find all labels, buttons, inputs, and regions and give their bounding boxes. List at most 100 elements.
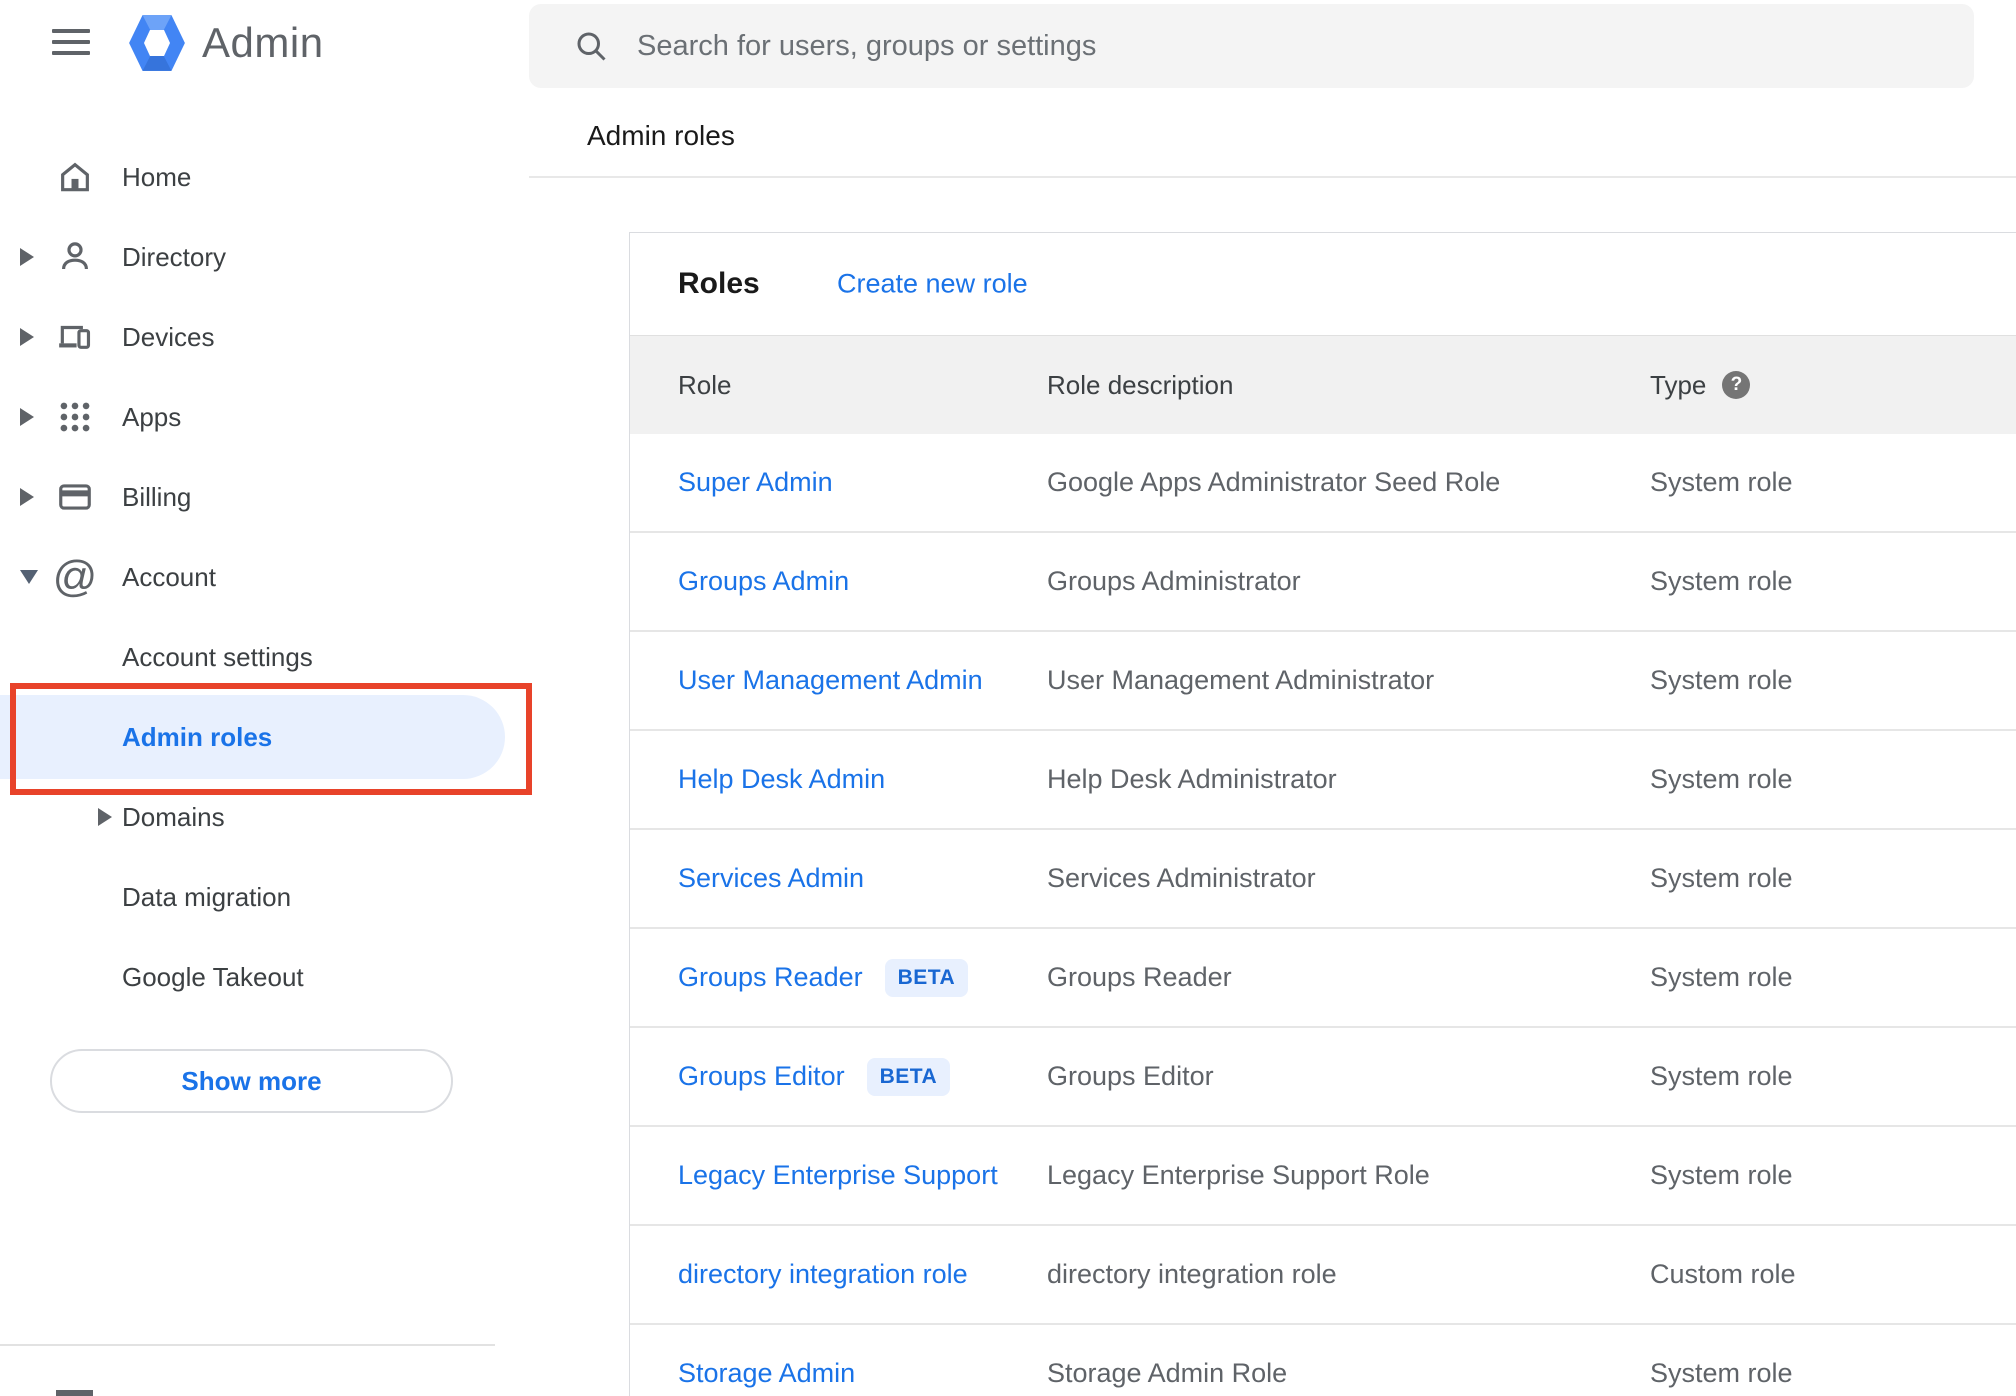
column-header-type: Type ?: [1650, 336, 1990, 434]
table-header-row: Role Role description Type ?: [630, 335, 2016, 434]
table-row: directory integration role directory int…: [630, 1226, 2016, 1325]
table-row: Groups Reader BETA Groups Reader System …: [630, 929, 2016, 1028]
role-description: Legacy Enterprise Support Role: [1047, 1160, 1430, 1190]
sidebar-item-account[interactable]: @ Account: [0, 537, 514, 617]
sidebar-item-label: Account settings: [122, 641, 313, 672]
role-link[interactable]: directory integration role: [678, 1259, 968, 1290]
roles-title: Roles: [678, 267, 760, 300]
sidebar-item-devices[interactable]: Devices: [0, 297, 514, 377]
sidebar-item-data-migration[interactable]: Data migration: [0, 857, 514, 937]
role-link[interactable]: Storage Admin: [678, 1358, 855, 1389]
sidebar-item-label: Domains: [122, 801, 225, 832]
table-row: Services Admin Services Administrator Sy…: [630, 830, 2016, 929]
billing-icon: [55, 475, 95, 519]
table-row: Storage Admin Storage Admin Role System …: [630, 1325, 2016, 1396]
role-link[interactable]: Help Desk Admin: [678, 764, 885, 795]
role-type: System role: [1650, 1160, 1793, 1190]
table-row: Groups Admin Groups Administrator System…: [630, 533, 2016, 632]
role-description: Groups Administrator: [1047, 566, 1301, 596]
role-type: System role: [1650, 863, 1793, 893]
chevron-right-icon[interactable]: [20, 328, 34, 346]
show-more-button[interactable]: Show more: [50, 1049, 453, 1113]
column-header-type-label: Type: [1650, 369, 1707, 400]
sidebar-item-label: Apps: [122, 401, 182, 432]
role-description: Storage Admin Role: [1047, 1358, 1288, 1388]
role-type: System role: [1650, 1061, 1793, 1091]
sidebar-item-account-settings[interactable]: Account settings: [0, 617, 514, 697]
sidebar-item-domains[interactable]: Domains: [0, 777, 514, 857]
search-input[interactable]: [635, 28, 1974, 64]
roles-card: Roles Create new role Role Role descript…: [629, 232, 2016, 1396]
beta-badge: BETA: [884, 958, 969, 997]
role-link[interactable]: Super Admin: [678, 467, 833, 498]
app-title: Admin: [202, 19, 324, 66]
role-description: directory integration role: [1047, 1259, 1337, 1289]
at-icon: @: [52, 552, 98, 601]
sidebar-nav: Home Directory Devices Apps Billing @ Ac…: [0, 137, 514, 1017]
chevron-down-icon[interactable]: [20, 570, 38, 584]
chevron-right-icon[interactable]: [20, 408, 34, 426]
page-title: Admin roles: [587, 120, 735, 151]
table-row: Legacy Enterprise Support Legacy Enterpr…: [630, 1127, 2016, 1226]
hexagon-logo-icon: [129, 15, 185, 71]
role-type: System role: [1650, 566, 1793, 596]
sidebar-item-label: Directory: [122, 241, 227, 272]
sidebar-divider: [0, 1344, 495, 1346]
role-type: System role: [1650, 962, 1793, 992]
header-divider: [529, 176, 2016, 178]
table-row: Super Admin Google Apps Administrator Se…: [630, 434, 2016, 533]
role-description: Google Apps Administrator Seed Role: [1047, 467, 1501, 497]
role-type: System role: [1650, 467, 1793, 497]
sidebar-item-label: Admin roles: [122, 721, 273, 752]
column-header-description: Role description: [1047, 369, 1234, 400]
chevron-right-icon[interactable]: [98, 808, 112, 826]
sidebar-item-label: Data migration: [122, 881, 292, 912]
role-description: Groups Editor: [1047, 1061, 1214, 1091]
sidebar-item-label: Billing: [122, 481, 192, 512]
partial-nav-icon: [56, 1390, 93, 1396]
role-type: System role: [1650, 1358, 1793, 1388]
table-row: User Management Admin User Management Ad…: [630, 632, 2016, 731]
role-link[interactable]: Legacy Enterprise Support: [678, 1160, 998, 1191]
sidebar-item-google-takeout[interactable]: Google Takeout: [0, 937, 514, 1017]
hamburger-bar: [52, 29, 90, 33]
role-type: Custom role: [1650, 1259, 1796, 1289]
person-icon: [55, 235, 95, 279]
hamburger-bar: [52, 40, 90, 44]
sidebar-item-billing[interactable]: Billing: [0, 457, 514, 537]
hamburger-bar: [52, 51, 90, 55]
chevron-right-icon[interactable]: [20, 248, 34, 266]
sidebar-item-home[interactable]: Home: [0, 137, 514, 217]
sidebar-item-apps[interactable]: Apps: [0, 377, 514, 457]
apps-icon: [55, 395, 95, 439]
hamburger-menu-icon[interactable]: [52, 27, 90, 57]
role-link[interactable]: User Management Admin: [678, 665, 983, 696]
sidebar-item-label: Google Takeout: [122, 961, 304, 992]
column-header-role: Role: [678, 369, 732, 400]
role-type: System role: [1650, 764, 1793, 794]
role-description: Services Administrator: [1047, 863, 1316, 893]
sidebar-item-label: Devices: [122, 321, 215, 352]
search-bar[interactable]: [529, 4, 1974, 88]
create-new-role-link[interactable]: Create new role: [837, 269, 1028, 300]
role-link[interactable]: Groups Editor: [678, 1061, 845, 1092]
role-link[interactable]: Services Admin: [678, 863, 864, 894]
role-link[interactable]: Groups Reader: [678, 962, 863, 993]
roles-card-header: Roles Create new role: [630, 233, 2016, 335]
admin-console: Admin Admin roles Home Directory Devices…: [0, 0, 2016, 1396]
table-row: Help Desk Admin Help Desk Administrator …: [630, 731, 2016, 830]
help-icon[interactable]: ?: [1722, 371, 1751, 399]
chevron-right-icon[interactable]: [20, 488, 34, 506]
sidebar-item-label: Account: [122, 561, 216, 592]
sidebar-item-admin-roles[interactable]: Admin roles: [0, 695, 514, 779]
table-row: Groups Editor BETA Groups Editor System …: [630, 1028, 2016, 1127]
role-type: System role: [1650, 665, 1793, 695]
role-description: Help Desk Administrator: [1047, 764, 1337, 794]
role-link[interactable]: Groups Admin: [678, 566, 849, 597]
admin-logo: Admin: [126, 12, 324, 74]
beta-badge: BETA: [866, 1057, 951, 1096]
roles-table-body: Super Admin Google Apps Administrator Se…: [630, 434, 2016, 1396]
sidebar-item-directory[interactable]: Directory: [0, 217, 514, 297]
search-icon: [573, 28, 609, 64]
devices-icon: [55, 315, 95, 359]
